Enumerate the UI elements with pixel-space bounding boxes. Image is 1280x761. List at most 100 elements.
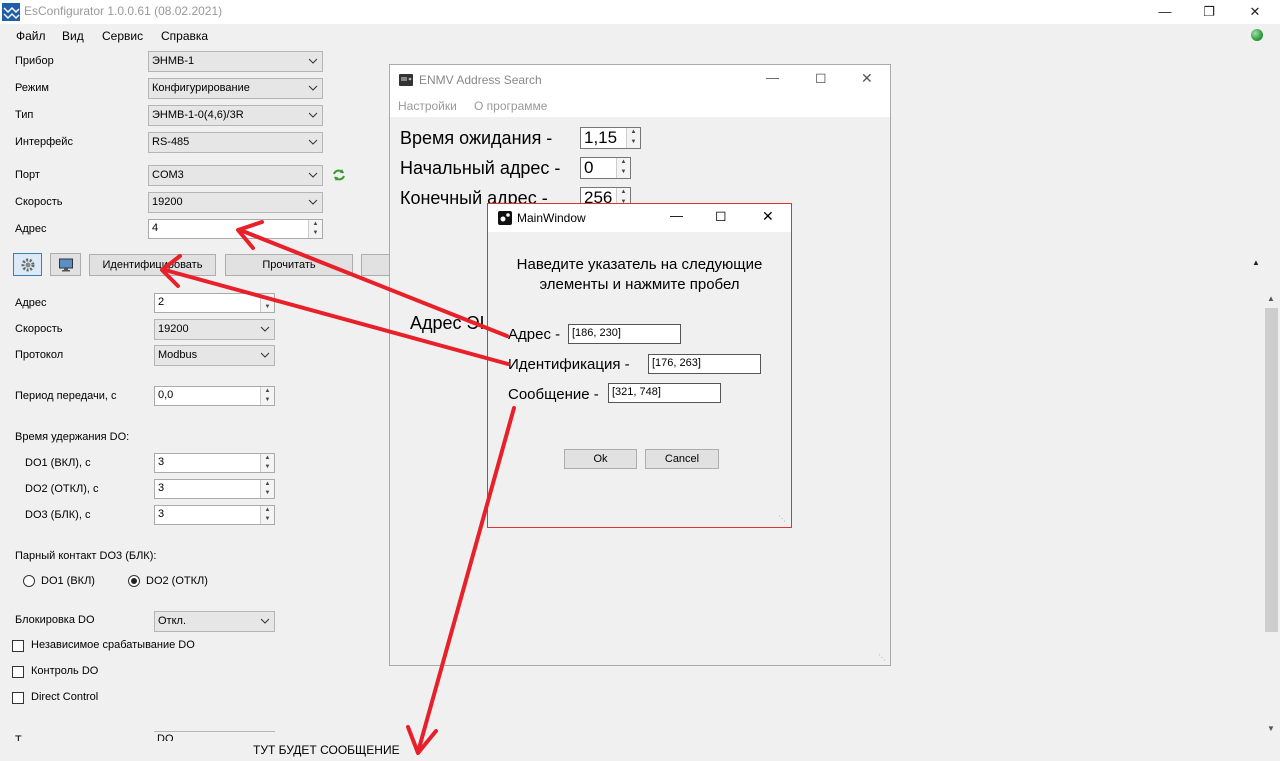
dialog-identify-field[interactable]: [176, 263]	[648, 354, 761, 374]
dialog-close-button[interactable]: ✕	[762, 208, 774, 225]
dialog-minimize-button[interactable]: —	[670, 208, 683, 223]
menu-file[interactable]: Файл	[16, 29, 46, 43]
do3-input[interactable]: 3 ▲ ▼	[154, 505, 275, 525]
protocol-label: Протокол	[15, 349, 64, 361]
enmv-menu-about[interactable]: О программе	[474, 99, 547, 113]
device-label: Прибор	[15, 55, 54, 67]
menu-service[interactable]: Сервис	[102, 29, 143, 43]
wait-input[interactable]: 1,15 ▲ ▼	[580, 127, 641, 149]
control-do-checkbox[interactable]	[12, 666, 24, 678]
maximize-button[interactable]: ❐	[1186, 0, 1232, 24]
collapse-icon[interactable]: ▲	[1252, 258, 1260, 267]
period-input[interactable]: 0,0 ▲ ▼	[154, 386, 275, 406]
app-title: EsConfigurator 1.0.0.61 (08.02.2021)	[24, 4, 223, 18]
write-button[interactable]	[361, 254, 391, 276]
start-address-value: 0	[584, 158, 594, 177]
mode-select[interactable]: Конфигурирование	[148, 78, 323, 99]
independent-do-checkbox[interactable]	[12, 640, 24, 652]
interface-value: RS-485	[152, 136, 190, 148]
radio-do2[interactable]	[128, 575, 140, 587]
ok-button[interactable]: Ok	[564, 449, 637, 469]
param-address-label: Адрес	[15, 297, 47, 309]
vertical-scrollbar[interactable]: ▲ ▼	[1263, 290, 1280, 740]
dialog-title: MainWindow	[517, 211, 586, 225]
start-address-stepper[interactable]: ▲ ▼	[616, 158, 630, 178]
hold-time-title: Время удержания DO:	[15, 431, 130, 443]
direct-control-label: Direct Control	[31, 691, 99, 703]
interface-select[interactable]: RS-485	[148, 132, 323, 153]
period-stepper[interactable]: ▲ ▼	[260, 387, 274, 405]
independent-do-label: Независимое срабатывание DO	[31, 639, 195, 651]
param-address-stepper[interactable]: ▲ ▼	[260, 294, 274, 312]
enmv-maximize-button[interactable]: ◻	[815, 69, 827, 86]
refresh-icon[interactable]	[332, 168, 346, 182]
do2-stepper[interactable]: ▲ ▼	[260, 480, 274, 498]
protocol-value: Modbus	[158, 349, 198, 361]
enmv-close-button[interactable]: ✕	[861, 70, 873, 87]
direct-control-checkbox[interactable]	[12, 692, 24, 704]
wait-label: Время ожидания -	[400, 128, 553, 148]
address-input[interactable]: 4 ▲ ▼	[148, 219, 323, 239]
radio-do2-label: DO2 (ОТКЛ)	[146, 575, 208, 587]
resize-grip-icon[interactable]: ⋱	[878, 653, 886, 662]
chevron-down-icon	[308, 58, 318, 64]
param-speed-select[interactable]: 19200	[154, 319, 275, 340]
wait-stepper[interactable]: ▲ ▼	[626, 128, 640, 148]
param-address-input[interactable]: 2 ▲ ▼	[154, 293, 275, 313]
identify-button[interactable]: Идентифицировать	[89, 254, 216, 276]
radio-do1-label: DO1 (ВКЛ)	[41, 575, 95, 587]
radio-do1[interactable]	[23, 575, 35, 587]
block-do-select[interactable]: Откл.	[154, 611, 275, 632]
dialog-resize-grip-icon[interactable]: ⋱	[778, 514, 786, 523]
control-do-label: Контроль DO	[31, 665, 99, 677]
address-stepper[interactable]: ▲ ▼	[308, 220, 322, 238]
speed-value: 19200	[152, 196, 183, 208]
dialog-message-field[interactable]: [321, 748]	[608, 383, 721, 403]
port-label: Порт	[15, 169, 40, 181]
period-label: Период передачи, с	[15, 390, 117, 402]
wait-value: 1,15	[584, 128, 618, 147]
do1-label: DO1 (ВКЛ), с	[25, 457, 91, 469]
block-do-label: Блокировка DO	[15, 614, 95, 626]
scroll-down-icon[interactable]: ▼	[1267, 724, 1275, 733]
close-button[interactable]: ✕	[1232, 0, 1278, 24]
speed-label: Скорость	[15, 196, 63, 208]
do2-input[interactable]: 3 ▲ ▼	[154, 479, 275, 499]
enmv-menu-settings[interactable]: Настройки	[398, 99, 457, 113]
dialog-message-label: Сообщение -	[508, 386, 599, 403]
do1-input[interactable]: 3 ▲ ▼	[154, 453, 275, 473]
monitor-icon	[59, 258, 73, 272]
type-select[interactable]: ЭНМВ-1-0(4,6)/3R	[148, 105, 323, 126]
read-button[interactable]: Прочитать	[225, 254, 353, 276]
device-value: ЭНМВ-1	[152, 55, 195, 67]
chevron-down-icon	[308, 172, 318, 178]
minimize-button[interactable]: —	[1142, 0, 1188, 24]
status-bar	[0, 741, 1280, 761]
dialog-address-field[interactable]: [186, 230]	[568, 324, 681, 344]
enmv-minimize-button[interactable]: —	[766, 70, 779, 85]
settings-button[interactable]	[13, 253, 42, 276]
param-address-value: 2	[158, 296, 165, 308]
scroll-up-icon[interactable]: ▲	[1267, 294, 1275, 303]
do1-stepper[interactable]: ▲ ▼	[260, 454, 274, 472]
dialog-maximize-button[interactable]: ◻	[715, 207, 727, 224]
start-address-input[interactable]: 0 ▲ ▼	[580, 157, 631, 179]
port-select[interactable]: COM3	[148, 165, 323, 186]
start-address-label: Начальный адрес -	[400, 158, 561, 178]
cut-off-label: Т	[15, 734, 22, 741]
menu-view[interactable]: Вид	[62, 29, 84, 43]
address-label: Адрес	[15, 223, 47, 235]
enmv-title: ENMV Address Search	[419, 73, 542, 87]
speed-select[interactable]: 19200	[148, 192, 323, 213]
dialog-title-bar: MainWindow — ◻ ✕	[488, 204, 791, 232]
monitor-button[interactable]	[50, 253, 81, 276]
cut-off-select[interactable]: DO	[154, 731, 275, 741]
protocol-select[interactable]: Modbus	[154, 345, 275, 366]
do3-stepper[interactable]: ▲ ▼	[260, 506, 274, 524]
scrollbar-thumb[interactable]	[1265, 308, 1278, 632]
cut-off-value: DO	[157, 733, 174, 741]
cancel-button[interactable]: Cancel	[645, 449, 719, 469]
do3-value: 3	[158, 508, 165, 520]
menu-help[interactable]: Справка	[161, 29, 208, 43]
device-select[interactable]: ЭНМВ-1	[148, 51, 323, 72]
